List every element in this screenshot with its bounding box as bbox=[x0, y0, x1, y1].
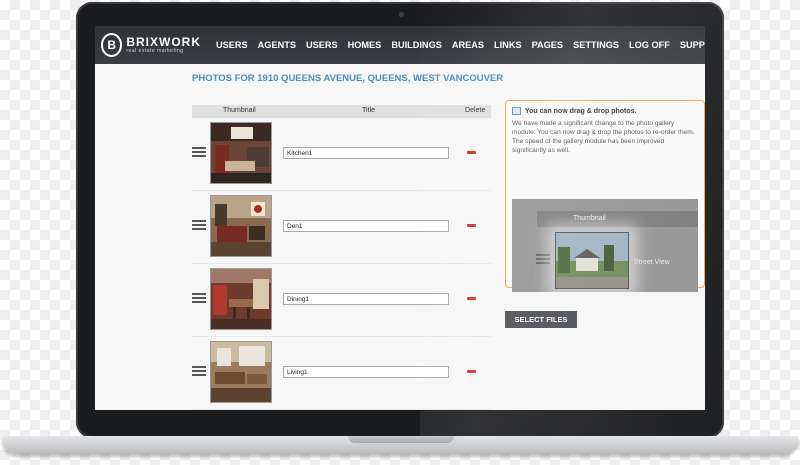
nav-areas[interactable]: AREAS bbox=[447, 40, 489, 50]
top-nav-bar: B BRIXWORK real estate marketing USERS A… bbox=[95, 26, 705, 64]
nav-users-2[interactable]: USERS bbox=[301, 40, 343, 50]
drag-demo-image: Thumbnail Street View bbox=[512, 199, 698, 292]
table-row bbox=[192, 264, 491, 337]
nav-links[interactable]: LINKS bbox=[489, 40, 527, 50]
camera-icon bbox=[399, 12, 404, 17]
laptop-base bbox=[2, 436, 798, 454]
nav-agents[interactable]: AGENTS bbox=[253, 40, 301, 50]
drag-handle-icon[interactable] bbox=[192, 220, 206, 232]
photo-title-input[interactable] bbox=[283, 147, 449, 159]
demo-street-thumbnail bbox=[555, 232, 629, 289]
photos-table: Thumbnail Title Delete bbox=[192, 105, 491, 410]
demo-header-label: Thumbnail bbox=[573, 215, 606, 222]
drag-drop-info-panel: You can now drag & drop photos. We have … bbox=[505, 100, 705, 292]
nav-support[interactable]: SUPPORT bbox=[675, 40, 705, 50]
info-body: We have made a significant change to the… bbox=[512, 120, 695, 154]
logo-mark-icon: B bbox=[101, 33, 123, 57]
table-row bbox=[192, 337, 491, 410]
demo-drag-handle-icon bbox=[536, 254, 550, 266]
table-row bbox=[192, 191, 491, 264]
delete-photo-icon[interactable] bbox=[467, 224, 476, 227]
photo-thumbnail bbox=[210, 341, 272, 403]
screen: B BRIXWORK real estate marketing USERS A… bbox=[95, 26, 705, 410]
photo-thumbnail bbox=[210, 195, 272, 257]
nav-users[interactable]: USERS bbox=[211, 40, 253, 50]
photo-thumbnail bbox=[210, 268, 272, 330]
brand-logo[interactable]: B BRIXWORK real estate marketing bbox=[101, 33, 201, 57]
delete-photo-icon[interactable] bbox=[467, 297, 476, 300]
drag-handle-icon[interactable] bbox=[192, 293, 206, 305]
page-title: PHOTOS FOR 1910 QUEENS AVENUE, QUEENS, W… bbox=[192, 73, 504, 84]
nav-homes[interactable]: HOMES bbox=[343, 40, 387, 50]
drag-handle-icon[interactable] bbox=[192, 147, 206, 159]
photo-thumbnail bbox=[210, 122, 272, 184]
drag-handle-icon[interactable] bbox=[192, 366, 206, 378]
column-header-delete: Delete bbox=[465, 107, 486, 114]
demo-street-view-label: Street View bbox=[634, 259, 670, 266]
delete-photo-icon[interactable] bbox=[467, 370, 476, 373]
demo-header: Thumbnail bbox=[537, 211, 698, 227]
nav-log-off[interactable]: LOG OFF bbox=[624, 40, 675, 50]
select-files-button[interactable]: SELECT FILES bbox=[505, 311, 577, 328]
main-nav: USERS AGENTS USERS HOMES BUILDINGS AREAS… bbox=[211, 40, 705, 50]
info-heading-row: You can now drag & drop photos. bbox=[512, 107, 636, 115]
photo-title-input[interactable] bbox=[283, 293, 449, 305]
info-heading: You can now drag & drop photos. bbox=[525, 107, 637, 115]
table-row bbox=[192, 118, 491, 191]
logo-text: BRIXWORK real estate marketing bbox=[126, 36, 201, 54]
column-header-title: Title bbox=[362, 107, 375, 114]
nav-settings[interactable]: SETTINGS bbox=[568, 40, 624, 50]
table-header: Thumbnail Title Delete bbox=[192, 105, 491, 118]
brand-name: BRIXWORK bbox=[126, 35, 201, 49]
base-notch bbox=[348, 436, 454, 443]
image-icon bbox=[512, 107, 521, 115]
photo-title-input[interactable] bbox=[283, 366, 449, 378]
nav-buildings[interactable]: BUILDINGS bbox=[386, 40, 447, 50]
column-header-thumbnail: Thumbnail bbox=[223, 107, 256, 114]
photo-title-input[interactable] bbox=[283, 220, 449, 232]
delete-photo-icon[interactable] bbox=[467, 151, 476, 154]
nav-pages[interactable]: PAGES bbox=[527, 40, 568, 50]
